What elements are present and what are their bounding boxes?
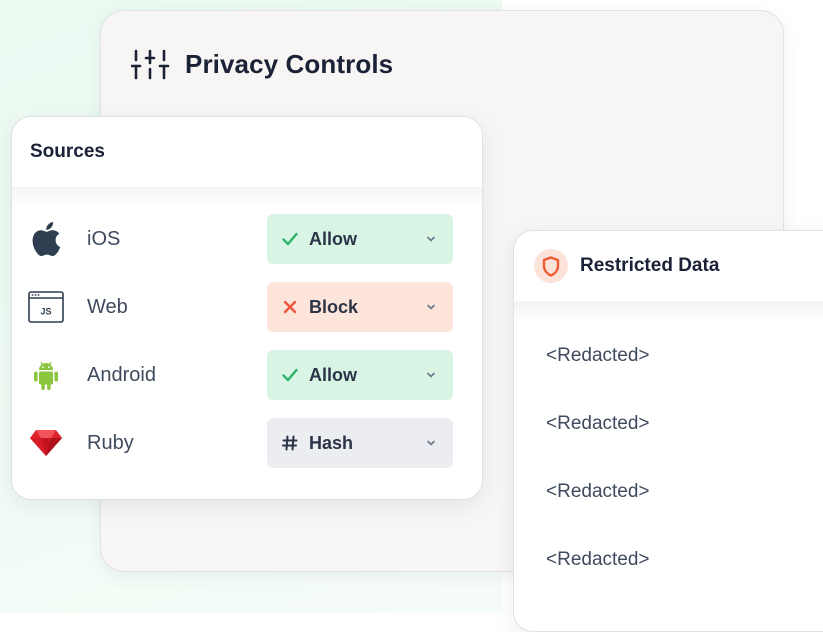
sources-header: Sources [30, 141, 105, 162]
js-badge-text: JS [40, 307, 51, 317]
chevron-down-icon [427, 440, 435, 446]
source-label-ruby: Ruby [87, 431, 134, 454]
source-label-web: Web [87, 295, 128, 318]
source-row-web: JS Web Block [12, 282, 482, 332]
restricted-data-title: Restricted Data [580, 255, 720, 276]
policy-value: Block [309, 296, 359, 317]
policy-select-ios[interactable]: Allow [267, 214, 453, 264]
android-icon [28, 357, 64, 393]
redacted-item: <Redacted> [546, 549, 650, 570]
hash-icon [281, 434, 299, 452]
chevron-down-icon [427, 304, 435, 310]
sources-header-divider [12, 187, 482, 209]
source-label-android: Android [87, 363, 156, 386]
source-row-ios: iOS Allow [12, 214, 482, 264]
policy-select-android[interactable]: Allow [267, 350, 453, 400]
policy-value: Hash [309, 432, 354, 453]
check-icon [281, 230, 299, 248]
redacted-item: <Redacted> [546, 345, 650, 366]
chevron-down-icon [427, 372, 435, 378]
ruby-gem-icon [28, 425, 64, 461]
shield-icon [534, 249, 568, 283]
privacy-controls-header: Privacy Controls [131, 47, 393, 81]
source-label-ios: iOS [87, 227, 121, 250]
redacted-item: <Redacted> [546, 413, 650, 434]
javascript-window-icon: JS [28, 289, 64, 325]
apple-icon [28, 221, 64, 257]
source-row-android: Android Allow [12, 350, 482, 400]
redacted-item: <Redacted> [546, 481, 650, 502]
page-title: Privacy Controls [185, 48, 394, 79]
chevron-down-icon [427, 236, 435, 242]
sliders-icon [131, 49, 170, 80]
restricted-header-divider [514, 301, 823, 323]
policy-value: Allow [309, 228, 357, 249]
policy-value: Allow [309, 364, 357, 385]
x-icon [281, 298, 299, 316]
check-icon [281, 366, 299, 384]
sources-card: Sources iOS Allow JS Web Block Android A… [11, 116, 483, 500]
restricted-data-header: Restricted Data [514, 231, 823, 301]
source-row-ruby: Ruby Hash [12, 418, 482, 468]
policy-select-ruby[interactable]: Hash [267, 418, 453, 468]
restricted-data-card: Restricted Data <Redacted> <Redacted> <R… [513, 230, 823, 632]
policy-select-web[interactable]: Block [267, 282, 453, 332]
